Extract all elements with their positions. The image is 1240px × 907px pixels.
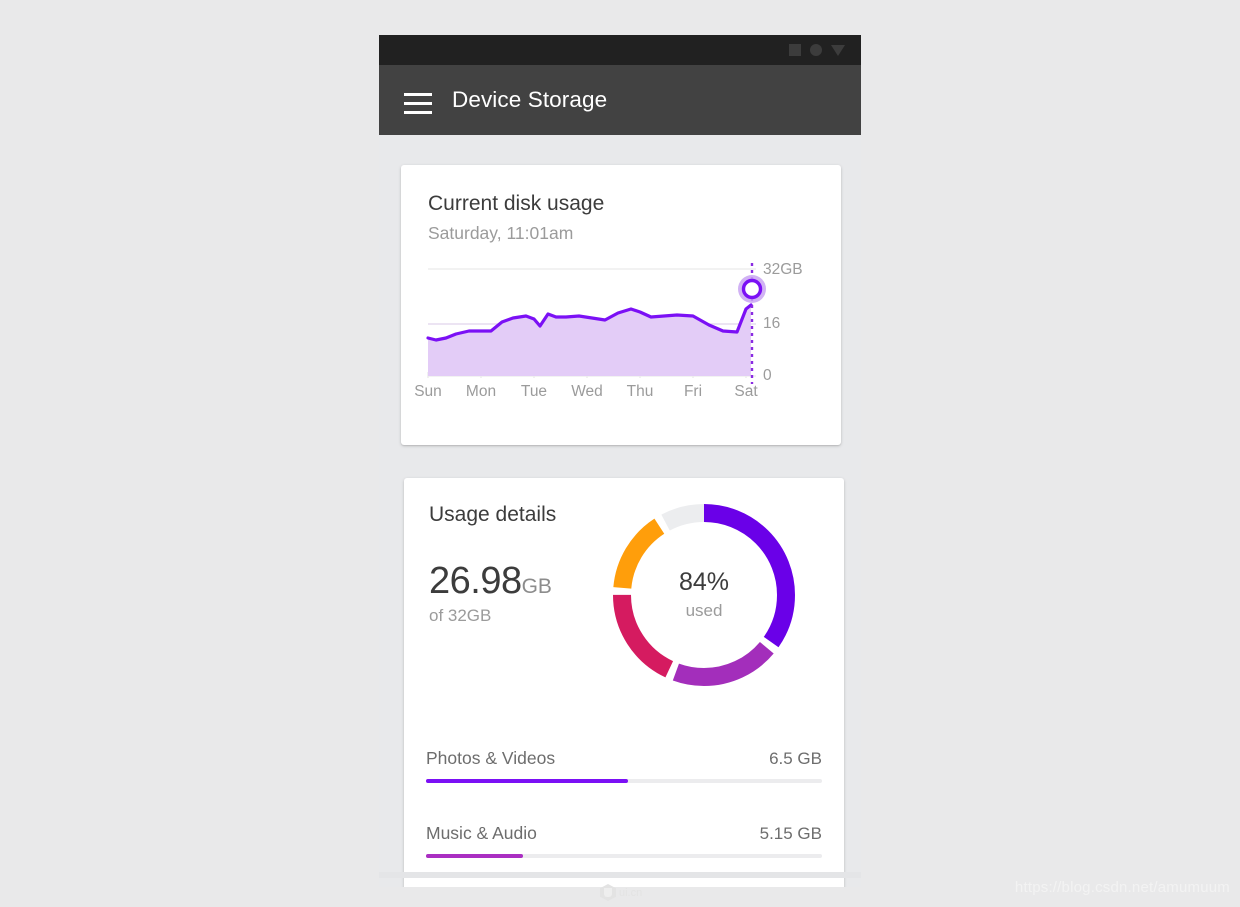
storage-donut-chart[interactable] <box>609 500 799 690</box>
usage-total: of 32GB <box>429 606 491 626</box>
list-item-size: 6.5 GB <box>769 749 822 769</box>
hamburger-menu-icon[interactable] <box>404 93 432 114</box>
usage-amount-unit: GB <box>522 575 552 598</box>
usage-card-title: Usage details <box>429 503 556 527</box>
list-item-label: Photos & Videos <box>426 748 555 769</box>
x-axis-label-fri: Fri <box>670 383 716 401</box>
y-axis-label-32gb: 32GB <box>763 261 803 279</box>
x-axis-label-mon: Mon <box>458 383 504 401</box>
usage-amount-value: 26.98 <box>429 560 522 602</box>
row-header: Photos & Videos 6.5 GB <box>426 748 822 769</box>
list-item[interactable]: Photos & Videos 6.5 GB <box>426 748 822 783</box>
list-item[interactable]: Music & Audio 5.15 GB <box>426 823 822 858</box>
url-watermark: https://blog.csdn.net/amumuum <box>1015 879 1230 896</box>
progress-track <box>426 854 822 858</box>
current-disk-usage-card: Current disk usage Saturday, 11:01am <box>401 165 841 445</box>
row-header: Music & Audio 5.15 GB <box>426 823 822 844</box>
progress-track <box>426 779 822 783</box>
usage-amount: 26.98GB <box>429 560 552 603</box>
page-title: Device Storage <box>452 65 607 135</box>
disk-usage-chart[interactable]: 32GB 16 0 Sun Mon Tue Wed Thu Fri Sat <box>401 260 841 390</box>
circle-icon <box>810 44 822 56</box>
square-icon <box>789 44 801 56</box>
highlight-marker <box>744 281 761 298</box>
screenshot-root: Device Storage Current disk usage Saturd… <box>0 0 1240 907</box>
bottom-nav-strip <box>379 872 861 878</box>
list-item-label: Music & Audio <box>426 823 537 844</box>
disk-card-title: Current disk usage <box>428 192 604 216</box>
uicn-watermark: ui.cn <box>600 884 642 901</box>
phone-viewport: Device Storage Current disk usage Saturd… <box>379 35 861 887</box>
x-axis-label-sat: Sat <box>723 383 769 401</box>
y-axis-label-16: 16 <box>763 315 780 333</box>
uicn-watermark-text: ui.cn <box>619 887 642 899</box>
x-axis-label-sun: Sun <box>405 383 451 401</box>
status-bar <box>379 35 861 65</box>
list-item-size: 5.15 GB <box>760 824 822 844</box>
disk-card-subtitle: Saturday, 11:01am <box>428 223 573 244</box>
app-bar: Device Storage <box>379 65 861 135</box>
progress-fill <box>426 854 523 858</box>
x-axis-label-wed: Wed <box>564 383 610 401</box>
usage-details-card: Usage details 26.98GB of 32GB <box>404 478 844 887</box>
progress-fill <box>426 779 628 783</box>
x-axis-label-thu: Thu <box>617 383 663 401</box>
system-icons <box>789 35 845 65</box>
triangle-down-icon <box>831 45 845 56</box>
uicn-logo-icon <box>600 884 616 901</box>
x-axis-label-tue: Tue <box>511 383 557 401</box>
disk-usage-area <box>428 305 751 376</box>
